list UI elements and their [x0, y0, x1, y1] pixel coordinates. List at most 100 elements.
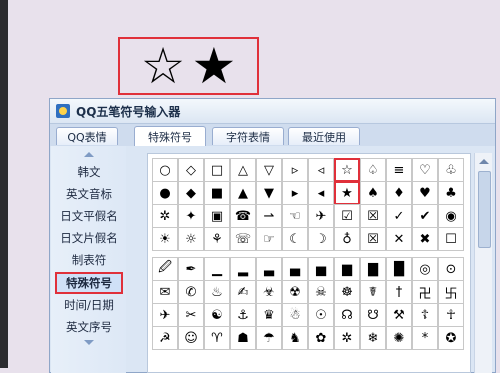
symbol-cell[interactable]: ☼: [178, 227, 204, 251]
symbol-cell[interactable]: ▹: [282, 158, 308, 182]
symbol-cell[interactable]: ☤: [360, 280, 386, 304]
sidebar-item-hiragana[interactable]: 日文平假名: [55, 206, 123, 226]
symbol-cell[interactable]: ☃: [282, 303, 308, 327]
symbol-cell[interactable]: ☣: [256, 280, 282, 304]
symbol-cell[interactable]: ☽: [308, 227, 334, 251]
symbol-cell[interactable]: ◆: [178, 181, 204, 205]
symbol-cell[interactable]: *: [412, 326, 438, 350]
scroll-up-icon[interactable]: [84, 152, 94, 157]
symbol-cell[interactable]: ♡: [412, 158, 438, 182]
tab-recent[interactable]: 最近使用: [288, 127, 360, 145]
symbol-cell[interactable]: ♁: [334, 227, 360, 251]
sidebar-item-english-phonetics[interactable]: 英文音标: [55, 184, 123, 204]
symbol-cell[interactable]: ☆: [334, 158, 360, 182]
symbol-cell[interactable]: 🖉: [152, 257, 178, 281]
symbol-cell[interactable]: ☢: [282, 280, 308, 304]
symbol-cell[interactable]: ⇀: [256, 204, 282, 228]
symbol-cell[interactable]: ✈: [152, 303, 178, 327]
symbol-cell[interactable]: ○: [152, 158, 178, 182]
symbol-cell[interactable]: ♦: [386, 181, 412, 205]
symbol-cell[interactable]: ♧: [438, 158, 464, 182]
symbol-cell[interactable]: ▣: [204, 204, 230, 228]
symbol-cell[interactable]: ⚘: [204, 227, 230, 251]
symbol-cell[interactable]: ▸: [282, 181, 308, 205]
symbol-cell[interactable]: ◃: [308, 158, 334, 182]
symbol-cell[interactable]: ♣: [438, 181, 464, 205]
symbol-cell[interactable]: ♈: [204, 326, 230, 350]
symbol-cell[interactable]: ☏: [230, 227, 256, 251]
symbol-cell[interactable]: ■: [204, 181, 230, 205]
symbol-cell[interactable]: ☥: [438, 303, 464, 327]
sidebar-item-korean[interactable]: 韩文: [55, 162, 123, 182]
tab-qq-emoji[interactable]: QQ表情: [56, 127, 118, 145]
symbol-cell[interactable]: ◂: [308, 181, 334, 205]
symbol-cell[interactable]: ♨: [204, 280, 230, 304]
symbol-cell[interactable]: ☂: [256, 326, 282, 350]
symbol-cell[interactable]: ☀: [152, 227, 178, 251]
symbol-cell[interactable]: ☒: [360, 227, 386, 251]
symbol-cell[interactable]: ☗: [230, 326, 256, 350]
symbol-cell[interactable]: ⊙: [438, 257, 464, 281]
symbol-cell[interactable]: ☦: [412, 303, 438, 327]
symbol-cell[interactable]: ☜: [282, 204, 308, 228]
symbol-cell[interactable]: □: [204, 158, 230, 182]
symbol-cell[interactable]: ☞: [256, 227, 282, 251]
symbol-cell[interactable]: ♛: [256, 303, 282, 327]
symbol-cell[interactable]: ✂: [178, 303, 204, 327]
sidebar-item-katakana[interactable]: 日文片假名: [55, 228, 123, 248]
symbol-cell[interactable]: ▽: [256, 158, 282, 182]
symbol-cell[interactable]: ●: [152, 181, 178, 205]
symbol-cell[interactable]: ☐: [438, 227, 464, 251]
symbol-cell[interactable]: ☎: [230, 204, 256, 228]
symbol-cell[interactable]: ✺: [386, 326, 412, 350]
symbol-cell[interactable]: █: [386, 257, 412, 281]
symbol-cell[interactable]: ☠: [308, 280, 334, 304]
symbol-cell[interactable]: ▁: [204, 257, 230, 281]
symbol-cell[interactable]: ☒: [360, 204, 386, 228]
symbol-cell[interactable]: ▅: [308, 257, 334, 281]
symbol-cell[interactable]: ▄: [282, 257, 308, 281]
symbol-cell[interactable]: ☾: [282, 227, 308, 251]
symbol-cell[interactable]: ◇: [178, 158, 204, 182]
symbol-cell[interactable]: ✈: [308, 204, 334, 228]
symbol-cell[interactable]: ♥: [412, 181, 438, 205]
symbol-cell[interactable]: ✔: [412, 204, 438, 228]
symbol-cell[interactable]: ☯: [204, 303, 230, 327]
symbol-cell[interactable]: ✆: [178, 280, 204, 304]
symbol-cell[interactable]: ⚓: [230, 303, 256, 327]
symbol-cell[interactable]: †: [386, 280, 412, 304]
window-titlebar[interactable]: QQ五笔符号输入器: [50, 99, 495, 124]
symbol-cell[interactable]: ✿: [308, 326, 334, 350]
tab-special-symbols[interactable]: 特殊符号: [134, 126, 206, 146]
symbol-cell[interactable]: ✲: [334, 326, 360, 350]
tab-char-emoticons[interactable]: 字符表情: [212, 127, 284, 145]
symbol-cell[interactable]: ✲: [152, 204, 178, 228]
symbol-cell[interactable]: ✦: [178, 204, 204, 228]
symbol-cell[interactable]: ▲: [230, 181, 256, 205]
sidebar-item-time-date[interactable]: 时间/日期: [55, 295, 123, 315]
symbol-cell[interactable]: ⚒: [386, 303, 412, 327]
symbol-cell[interactable]: ☸: [334, 280, 360, 304]
symbol-cell[interactable]: ❄: [360, 326, 386, 350]
sidebar-item-special-symbols[interactable]: 特殊符号: [55, 272, 123, 294]
symbol-cell[interactable]: ✒: [178, 257, 204, 281]
symbol-cell[interactable]: ◎: [412, 257, 438, 281]
symbol-cell[interactable]: ▃: [256, 257, 282, 281]
symbol-cell[interactable]: ♞: [282, 326, 308, 350]
symbol-cell[interactable]: ♠: [360, 181, 386, 205]
symbol-cell[interactable]: ◉: [438, 204, 464, 228]
symbol-cell[interactable]: 卍: [412, 280, 438, 304]
symbol-cell[interactable]: ☉: [308, 303, 334, 327]
symbol-cell[interactable]: ✪: [438, 326, 464, 350]
symbol-cell[interactable]: ☺: [178, 326, 204, 350]
symbol-cell[interactable]: ▼: [256, 181, 282, 205]
symbol-cell[interactable]: ☊: [334, 303, 360, 327]
scrollbar-thumb[interactable]: [478, 171, 491, 248]
symbol-cell[interactable]: ✍: [230, 280, 256, 304]
symbol-cell[interactable]: ✓: [386, 204, 412, 228]
symbol-cell[interactable]: ☋: [360, 303, 386, 327]
sidebar-item-box-drawing[interactable]: 制表符: [55, 250, 123, 270]
scroll-down-icon[interactable]: [84, 340, 94, 345]
symbol-cell[interactable]: ✕: [386, 227, 412, 251]
scroll-up-arrow-icon[interactable]: [479, 159, 489, 164]
